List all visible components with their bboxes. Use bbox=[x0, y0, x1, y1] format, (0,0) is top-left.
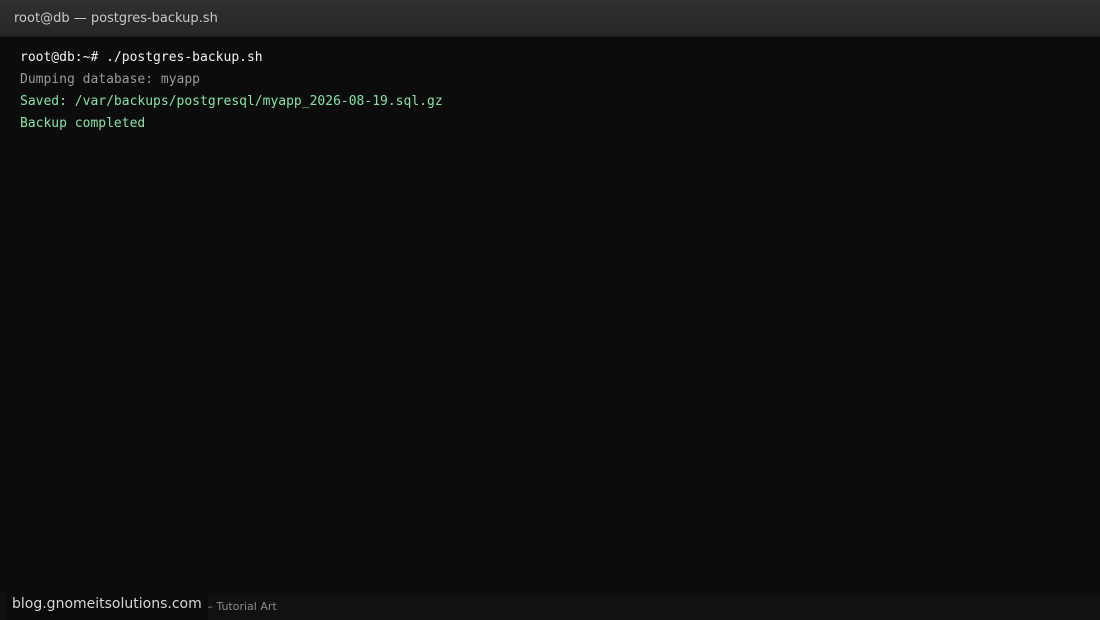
terminal-window: root@db — postgres-backup.sh root@db:~# … bbox=[0, 0, 1100, 620]
terminal-line-saved: Saved: /var/backups/postgresql/myapp_202… bbox=[20, 94, 443, 109]
window-titlebar[interactable]: root@db — postgres-backup.sh bbox=[0, 0, 1100, 37]
watermark-label: blog.gnomeitsolutions.com bbox=[6, 588, 208, 620]
terminal-line-command: root@db:~# ./postgres-backup.sh bbox=[20, 50, 263, 65]
terminal-line-dumping: Dumping database: myapp bbox=[20, 72, 201, 87]
terminal-line-completed: Backup completed bbox=[20, 116, 146, 131]
terminal-output[interactable]: root@db:~# ./postgres-backup.sh Dumping … bbox=[0, 37, 1100, 593]
window-title: root@db — postgres-backup.sh bbox=[14, 11, 218, 26]
